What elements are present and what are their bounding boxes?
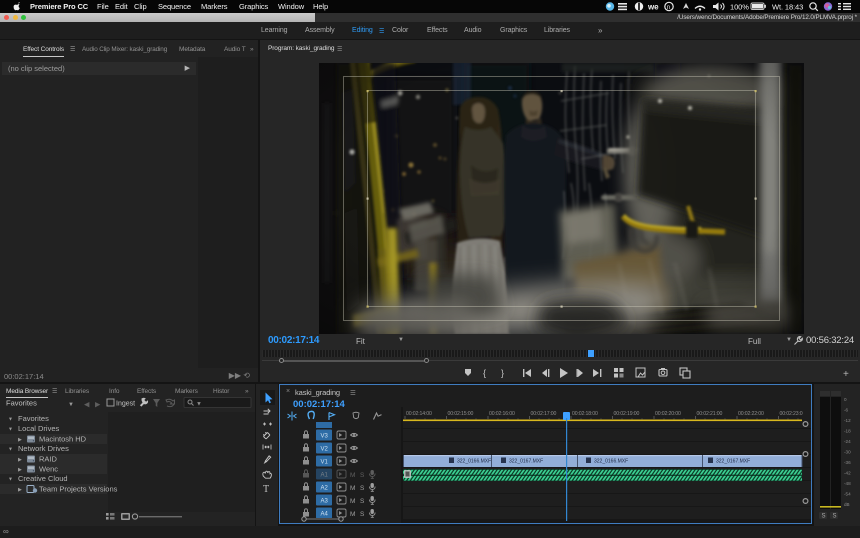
svg-text:00:02:17:00: 00:02:17:00 [531, 411, 557, 417]
svg-text:▼: ▼ [8, 477, 13, 483]
svg-text:dB: dB [844, 502, 850, 507]
svg-text:Creative Cloud: Creative Cloud [18, 474, 68, 483]
svg-text:-36: -36 [844, 460, 851, 465]
svg-text:◀: ◀ [84, 402, 90, 409]
svg-text:00:02:20:00: 00:02:20:00 [655, 411, 681, 417]
svg-text:V3: V3 [321, 434, 329, 440]
svg-text:S: S [360, 498, 365, 505]
svg-text:▼: ▼ [68, 402, 74, 408]
svg-text:T: T [263, 484, 269, 495]
svg-text:S: S [360, 485, 365, 492]
svg-text:RAID: RAID [39, 455, 58, 464]
svg-text:Wenc: Wenc [39, 465, 58, 474]
svg-text:-12: -12 [844, 418, 851, 423]
svg-text:▶: ▶ [18, 437, 22, 443]
svg-text:0: 0 [844, 397, 847, 402]
svg-text:Macintosh HD: Macintosh HD [39, 435, 87, 444]
svg-text:A2: A2 [321, 486, 329, 492]
svg-text:00:02:21:00: 00:02:21:00 [697, 411, 723, 417]
svg-text:S: S [833, 514, 837, 520]
svg-text:}: } [501, 368, 504, 378]
svg-text:Ingest: Ingest [116, 401, 135, 408]
svg-text:M: M [350, 498, 355, 505]
svg-text:-42: -42 [844, 471, 851, 476]
svg-text:00:02:16:00: 00:02:16:00 [489, 411, 515, 417]
svg-text:M: M [350, 511, 355, 518]
svg-text:we: we [647, 3, 659, 12]
svg-text:00:02:23:0: 00:02:23:0 [780, 411, 803, 417]
svg-text:Team Projects Versions: Team Projects Versions [39, 485, 118, 494]
svg-text:▼: ▼ [196, 402, 202, 408]
svg-text:Network Drives: Network Drives [18, 444, 69, 453]
svg-text:▶: ▶ [18, 467, 22, 473]
svg-text:322_0167.MXF: 322_0167.MXF [509, 459, 543, 465]
svg-text:{: { [483, 368, 486, 378]
svg-text:00:02:19:00: 00:02:19:00 [614, 411, 640, 417]
svg-text:Local Drives: Local Drives [18, 424, 60, 433]
svg-text:-18: -18 [844, 429, 851, 434]
svg-text:00:02:15:00: 00:02:15:00 [448, 411, 474, 417]
svg-text:-6: -6 [844, 408, 849, 413]
svg-text:322_0166.MXF: 322_0166.MXF [457, 459, 491, 465]
svg-text:-54: -54 [844, 492, 851, 497]
svg-text:A4: A4 [321, 512, 329, 518]
svg-text:▶: ▶ [18, 457, 22, 463]
svg-text:A3: A3 [321, 499, 329, 505]
svg-text:S: S [360, 472, 365, 479]
svg-text:00:02:14:00: 00:02:14:00 [406, 411, 432, 417]
svg-text:S: S [360, 511, 365, 518]
svg-text:00:02:22:00: 00:02:22:00 [738, 411, 764, 417]
svg-text:Wt. 18:43: Wt. 18:43 [772, 3, 803, 12]
svg-text:322_0167.MXF: 322_0167.MXF [716, 459, 750, 465]
svg-text:▼: ▼ [8, 447, 13, 453]
svg-text:n: n [667, 5, 670, 11]
svg-text:▼: ▼ [8, 417, 13, 423]
svg-text:S: S [822, 514, 826, 520]
svg-text:M: M [350, 485, 355, 492]
svg-text:00:02:18:00: 00:02:18:00 [572, 411, 598, 417]
svg-text:Favorites: Favorites [6, 399, 37, 408]
svg-text:-30: -30 [844, 450, 851, 455]
svg-text:▶: ▶ [95, 402, 101, 409]
svg-text:100%: 100% [730, 3, 749, 12]
svg-text:Favorites: Favorites [18, 414, 49, 423]
svg-text:▶: ▶ [18, 487, 22, 493]
svg-text:+: + [843, 369, 849, 380]
svg-text:-24: -24 [844, 439, 851, 444]
svg-text:V2: V2 [321, 447, 329, 453]
svg-text:A1: A1 [321, 473, 329, 479]
svg-text:▼: ▼ [8, 427, 13, 433]
svg-text:M: M [350, 472, 355, 479]
svg-text:V1: V1 [321, 460, 329, 466]
svg-text:-48: -48 [844, 481, 851, 486]
svg-text:322_0166.MXF: 322_0166.MXF [594, 459, 628, 465]
